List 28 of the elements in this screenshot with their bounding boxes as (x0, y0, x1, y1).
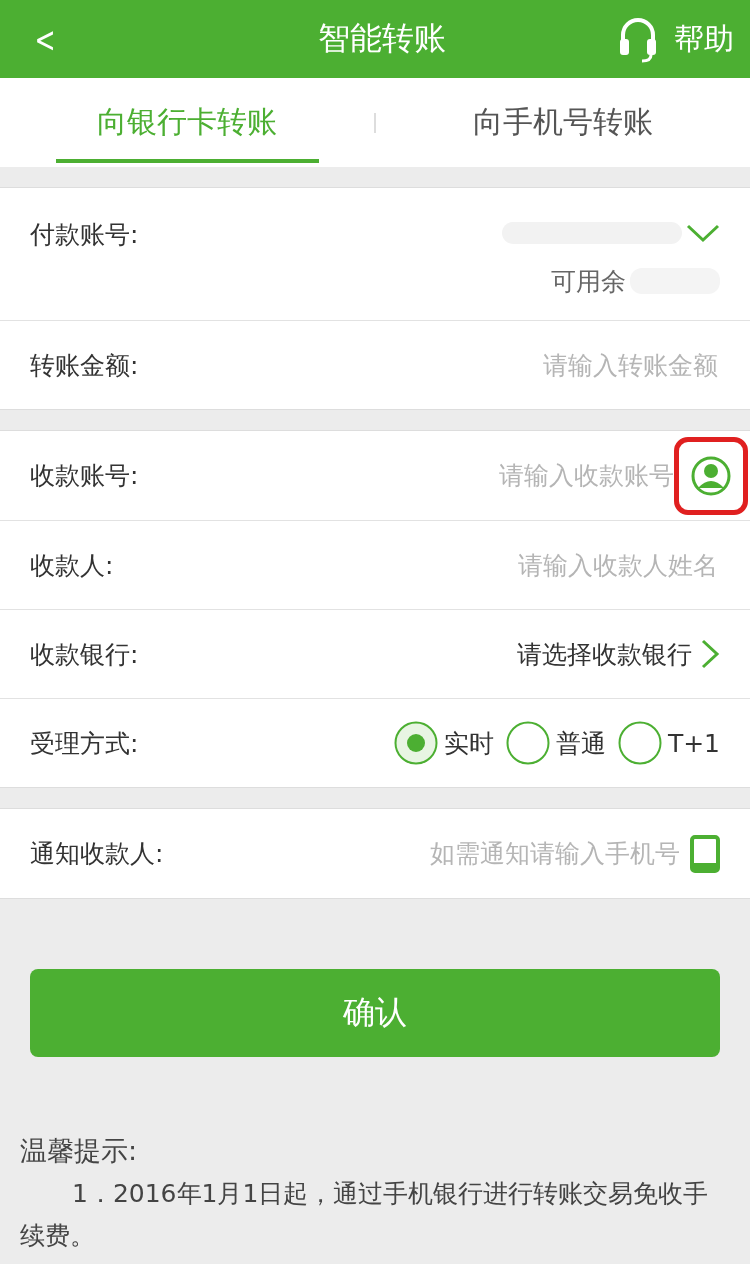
input-field[interactable]: 如需通知请输入手机号 (348, 838, 682, 869)
headset-icon[interactable] (618, 15, 658, 63)
tip-text: 1．2016年1月1日起，通过手机银行进行转账交易免收手续费。 (20, 1178, 710, 1252)
chevron-down-icon[interactable] (686, 223, 720, 243)
radio-button[interactable] (393, 721, 438, 765)
field-label: 收款银行: (30, 638, 139, 671)
radio-button[interactable] (617, 721, 662, 765)
chevron-right-icon[interactable] (700, 639, 720, 669)
field-label: 收款人: (30, 549, 114, 582)
phone-icon[interactable] (690, 834, 720, 873)
radio-option[interactable]: 实时 (393, 721, 494, 765)
balance-label: 可用余 (551, 265, 626, 298)
field-label: 转账金额: (30, 349, 139, 382)
field-label: 付款账号: (30, 219, 139, 251)
input-field[interactable]: 请输入转账金额 (386, 349, 720, 381)
field-label: 收款账号: (30, 460, 139, 492)
radio-button[interactable] (505, 721, 550, 765)
field-label: 通知收款人: (30, 838, 164, 870)
radio-option[interactable]: 普通 (505, 721, 606, 765)
contact-icon[interactable] (691, 455, 731, 496)
input-field[interactable]: 请输入收款人姓名 (386, 549, 720, 581)
input-field[interactable]: 请输入收款账号 (342, 460, 676, 491)
tab[interactable]: 向手机号转账 (376, 78, 750, 167)
field-label: 受理方式: (30, 727, 139, 760)
radio-option[interactable]: T+1 (617, 721, 720, 765)
tips-title: 温馨提示: (20, 1134, 139, 1168)
bank-select[interactable]: 请选择收款银行 (517, 637, 692, 671)
page-title: 智能转账 (318, 18, 446, 59)
